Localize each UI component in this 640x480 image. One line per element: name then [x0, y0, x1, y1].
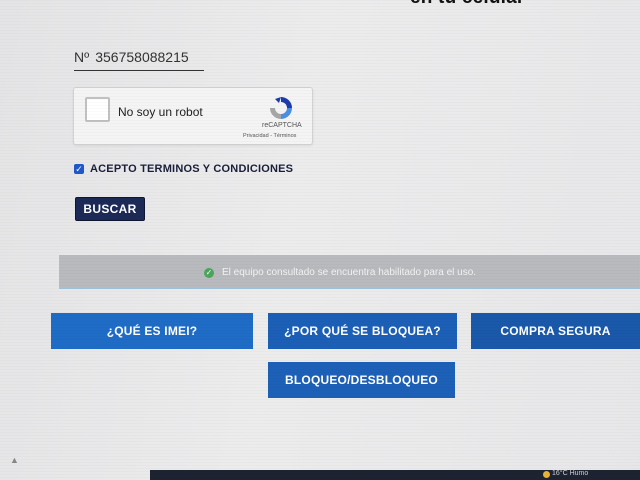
success-check-icon: ✓: [204, 268, 214, 278]
result-message: El equipo consultado se encuentra habili…: [222, 267, 477, 278]
secure-purchase-button[interactable]: COMPRA SEGURA: [471, 313, 640, 349]
captcha-checkbox[interactable]: [85, 97, 110, 122]
terms-label: ACEPTO TERMINOS Y CONDICIONES: [90, 163, 294, 175]
search-button[interactable]: BUSCAR: [75, 197, 145, 221]
imei-input[interactable]: Nº 356758088215: [74, 46, 204, 71]
terms-checkbox[interactable]: ✓: [74, 164, 84, 174]
weather-sun-icon: [543, 471, 550, 478]
terms-row[interactable]: ✓ ACEPTO TERMINOS Y CONDICIONES: [74, 163, 293, 175]
captcha-brand: reCAPTCHA: [262, 122, 302, 129]
imei-prefix: Nº: [74, 49, 90, 65]
why-blocked-button[interactable]: ¿POR QUÉ SE BLOQUEA?: [268, 313, 457, 349]
captcha-label: No soy un robot: [118, 105, 203, 119]
weather-readout[interactable]: 16°C Humo: [552, 470, 588, 477]
block-unblock-button[interactable]: BLOQUEO/DESBLOQUEO: [268, 362, 455, 398]
captcha-links[interactable]: Privacidad - Términos: [243, 133, 296, 139]
what-is-imei-button[interactable]: ¿QUÉ ES IMEI?: [51, 313, 253, 349]
page-background: [0, 0, 640, 480]
imei-value: 356758088215: [95, 49, 189, 65]
recaptcha-widget: No soy un robot reCAPTCHA Privacidad - T…: [73, 87, 313, 145]
chevron-up-icon[interactable]: ▲: [10, 455, 19, 465]
taskbar: 16°C Humo: [150, 470, 640, 480]
result-banner: ✓ El equipo consultado se encuentra habi…: [59, 255, 640, 289]
page-heading: en tu celular: [410, 0, 525, 9]
recaptcha-logo-icon: [270, 97, 292, 119]
